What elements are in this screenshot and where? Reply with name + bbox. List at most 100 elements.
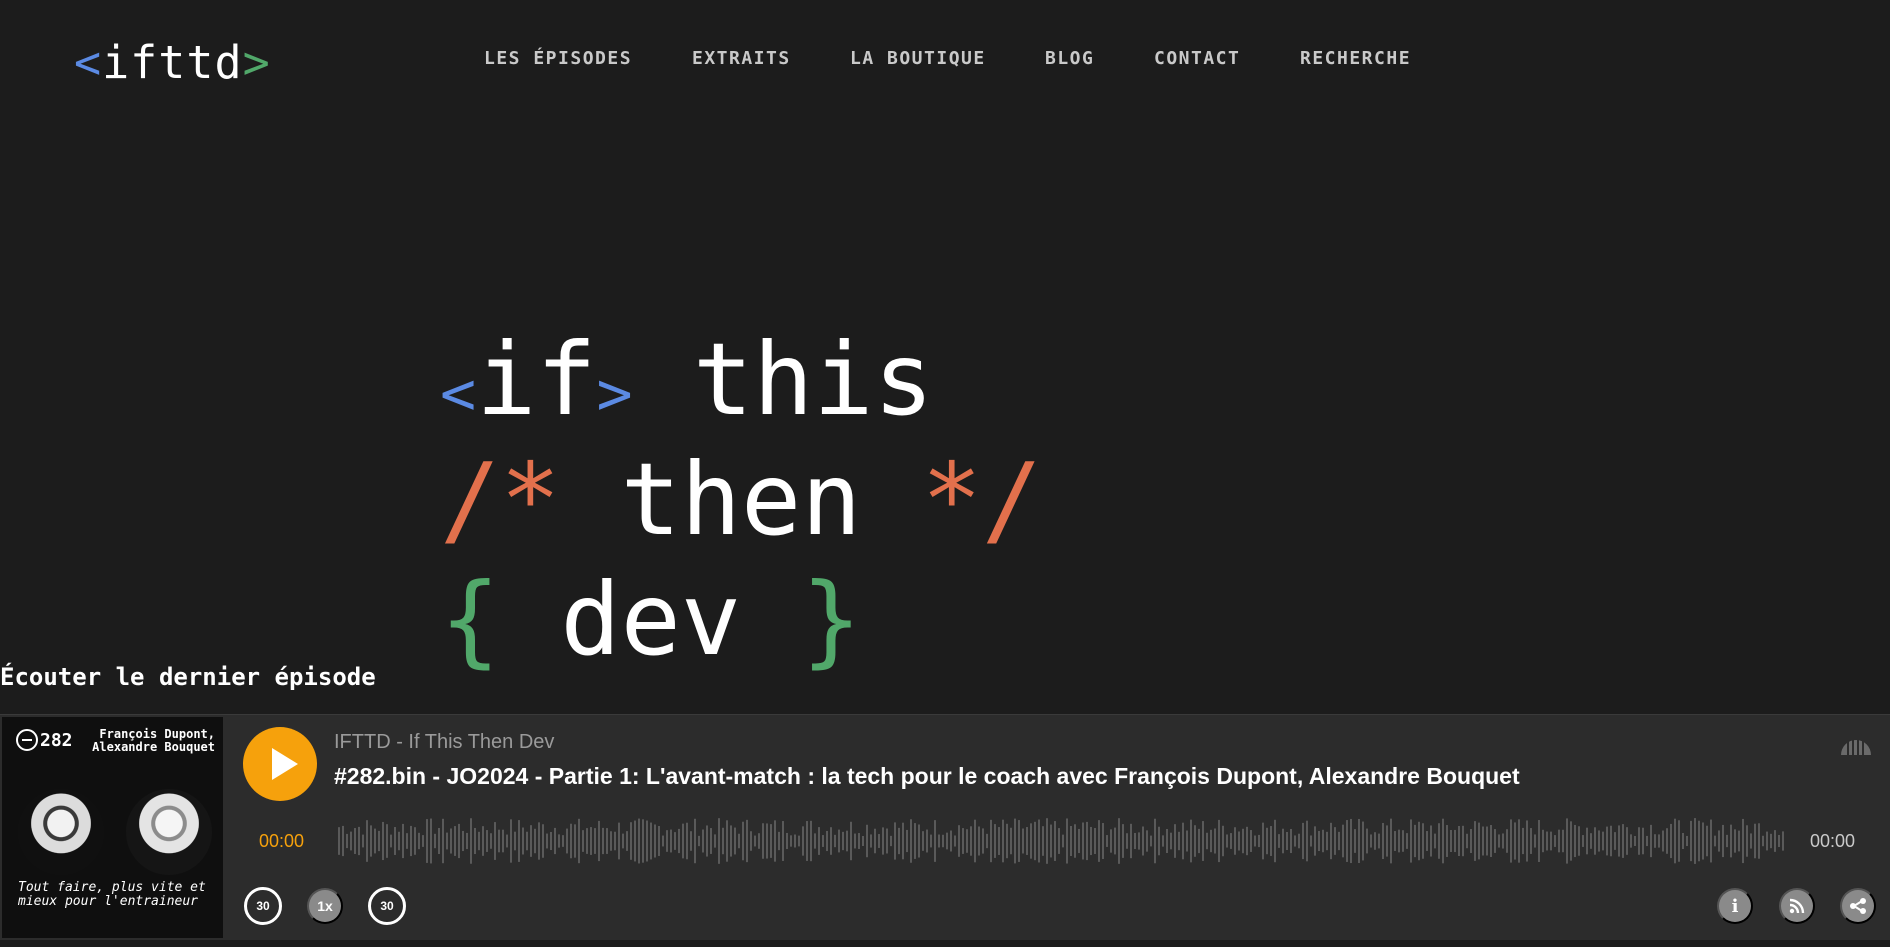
waveform-bar [614,831,616,851]
nav-recherche[interactable]: RECHERCHE [1300,48,1411,69]
waveform-bar [858,833,860,849]
waveform-bar [1014,818,1016,864]
nav-extraits[interactable]: EXTRAITS [692,48,791,69]
waveform-bar [350,831,352,851]
waveform-bar [818,827,820,855]
waveform-bar [1066,818,1068,864]
waveform-bar [474,827,476,855]
waveform-bar [446,832,448,850]
waveform-bar [1546,831,1548,851]
podcast-player: 282 François Dupont, Alexandre Bouquet T… [0,714,1890,940]
waveform-bar [1374,832,1376,850]
waveform-bar [1310,835,1312,847]
waveform-bar [770,824,772,858]
info-button[interactable]: i [1717,888,1753,924]
forward-30-button[interactable]: 30 [368,887,406,925]
episode-title[interactable]: #282.bin - JO2024 - Partie 1: L'avant-ma… [334,763,1520,790]
waveform-bar [1090,826,1092,856]
waveform-bar [842,831,844,851]
waveform-bar [758,833,760,849]
nav-blog[interactable]: BLOG [1045,48,1094,69]
waveform-bar [1754,823,1756,859]
share-button[interactable] [1840,888,1876,924]
waveform-bar [1642,827,1644,855]
waveform-bar [414,827,416,855]
waveform-bar [470,818,472,864]
waveform-bar [1482,826,1484,856]
guest-avatar-2 [126,789,212,875]
waveform-bar [1486,826,1488,856]
nav-contact[interactable]: CONTACT [1154,48,1240,69]
waveform-bar [510,819,512,863]
waveform-bar [1194,825,1196,857]
hero-if: if [476,321,597,438]
rewind-30-button[interactable]: 30 [244,887,282,925]
waveform-bar [1598,830,1600,852]
waveform-bar [394,827,396,855]
waveform-bar [478,831,480,851]
nav-episodes[interactable]: LES ÉPISODES [484,48,632,69]
waveform-bar [1690,820,1692,862]
waveform-bar [1186,830,1188,852]
waveform-bar [482,826,484,856]
waveform-seekbar[interactable] [338,816,1784,866]
waveform-bar [630,822,632,860]
waveform-bar [638,818,640,864]
waveform-bar [710,828,712,854]
waveform-bar [1390,818,1392,864]
rss-button[interactable] [1779,888,1815,924]
guest-avatar-1 [18,789,104,875]
waveform-bar [1718,830,1720,852]
waveform-bar [1518,819,1520,863]
waveform-bar [1314,826,1316,856]
waveform-bar [554,827,556,855]
waveform-bar [378,830,380,852]
waveform-bar [918,824,920,858]
waveform-bar [1378,833,1380,849]
waveform-bar [1770,833,1772,849]
waveform-bar [994,824,996,858]
waveform-bar [1750,833,1752,849]
waveform-bar [1262,822,1264,860]
waveform-bar [942,834,944,848]
nav-boutique[interactable]: LA BOUTIQUE [850,48,986,69]
waveform-bar [1582,835,1584,847]
rss-icon [1789,898,1805,914]
waveform-bar [502,829,504,853]
speed-button[interactable]: 1x [307,888,343,924]
play-button[interactable] [243,727,317,801]
waveform-bar [634,820,636,862]
waveform-bar [1762,835,1764,847]
waveform-bar [1318,830,1320,852]
waveform-bar [798,835,800,847]
waveform-bar [1298,833,1300,849]
waveform-bar [946,832,948,850]
waveform-bar [650,822,652,860]
waveform-bar [702,829,704,853]
waveform-bar [1498,834,1500,848]
waveform-bar [1422,823,1424,859]
waveform-bar [1098,820,1100,862]
waveform-bar [1474,821,1476,861]
waveform-bar [998,827,1000,855]
waveform-bar [1514,822,1516,860]
site-logo[interactable]: <ifttd> [74,36,271,89]
hero-comment-open: /* [440,441,561,558]
waveform-bar [1026,827,1028,855]
waveform-bar [1214,828,1216,854]
waveform-bar [606,828,608,854]
waveform-bar [1106,835,1108,847]
waveform-bar [1742,818,1744,864]
duration: 00:00 [1809,831,1855,851]
waveform-bar [1506,829,1508,853]
waveform-bar [406,833,408,849]
waveform-bar [1402,830,1404,852]
waveform-bar [1022,828,1024,854]
waveform-bar [778,831,780,851]
episode-cover: 282 François Dupont, Alexandre Bouquet T… [2,717,223,938]
waveform-bar [1274,819,1276,863]
brand-icon[interactable] [1839,729,1873,757]
waveform-bar [1166,828,1168,854]
waveform-bar [1162,835,1164,847]
waveform-bar [1710,819,1712,863]
